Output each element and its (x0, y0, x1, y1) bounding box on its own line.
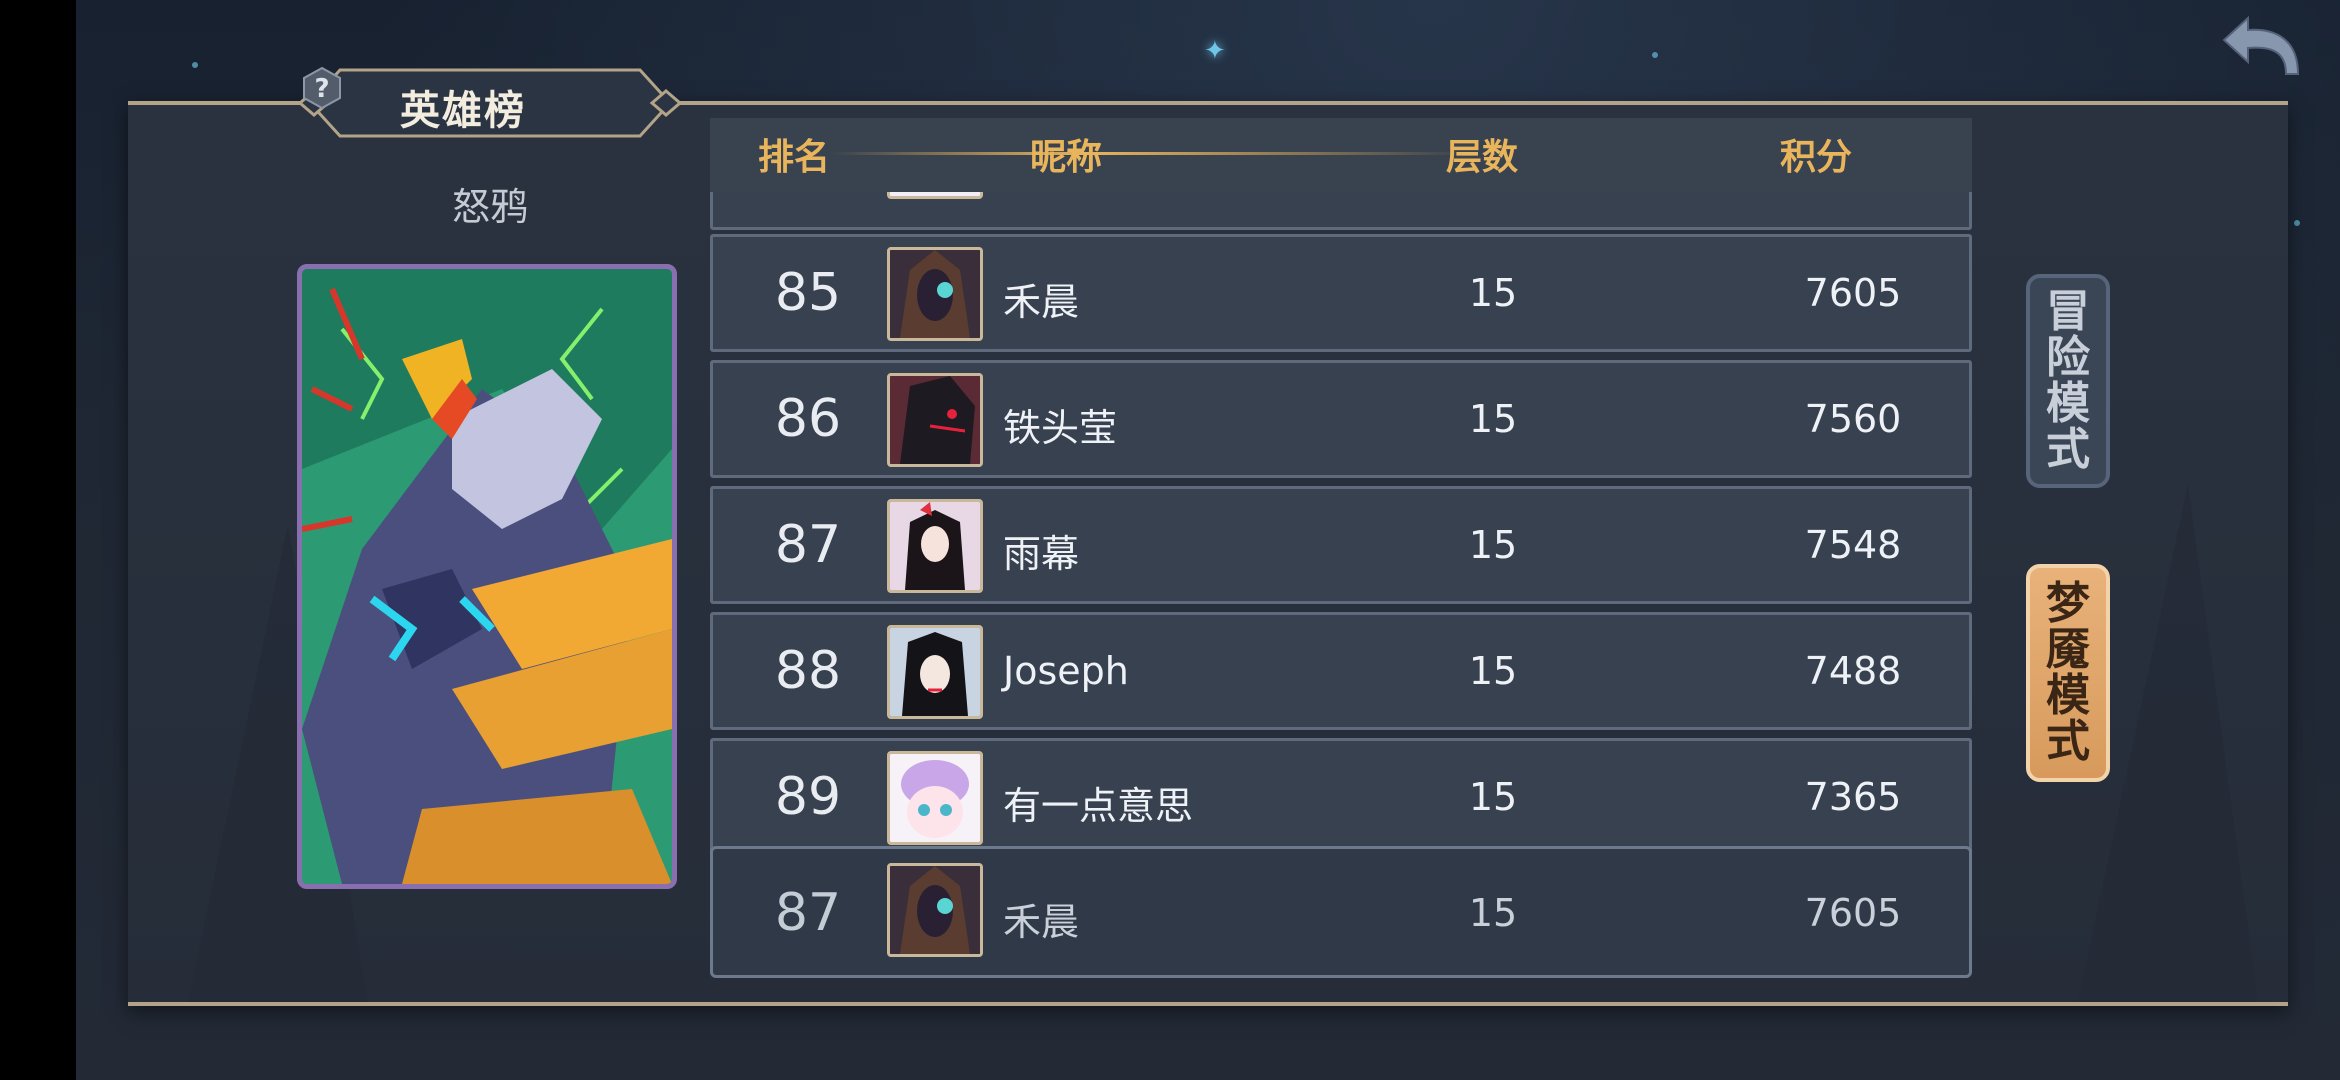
row-floor: 15 (1468, 523, 1518, 567)
row-rank: 89 (774, 767, 842, 827)
row-nickname: 雨幕 (1003, 532, 1080, 576)
table-row[interactable]: 88 Joseph 15 7488 (710, 612, 1972, 730)
row-score: 7365 (1804, 775, 1902, 819)
header-floor: 层数 (1446, 137, 1519, 178)
row-rank: 88 (774, 641, 842, 701)
my-nickname: 禾晨 (1003, 900, 1080, 944)
mode-char: 式 (2046, 424, 2090, 475)
row-nickname: 铁头莹 (1003, 406, 1118, 450)
star-dot (2294, 220, 2300, 226)
row-rank: 87 (774, 515, 842, 575)
star-dot (192, 62, 198, 68)
my-rank-row[interactable]: 87 禾晨 15 7605 (710, 846, 1972, 978)
title-plate: 英雄榜 ? (300, 66, 680, 140)
row-score: 7548 (1804, 523, 1902, 567)
screen-left-edge (0, 0, 76, 1080)
row-rank: 86 (774, 389, 842, 449)
header-nickname: 昵称 (1030, 137, 1103, 178)
table-header: 排名 昵称 层数 积分 (710, 118, 1972, 194)
row-nickname: Joseph (1003, 649, 1129, 693)
my-avatar (887, 863, 983, 957)
my-floor: 15 (1468, 891, 1518, 935)
sparkle-icon: ✦ (1204, 36, 1226, 66)
row-floor: 15 (1468, 775, 1518, 819)
row-nickname: 有一点意思 (1003, 784, 1194, 828)
star-dot (1652, 52, 1658, 58)
table-row[interactable]: 87 雨幕 15 7548 (710, 486, 1972, 604)
mode-char: 魇 (2046, 624, 2090, 675)
leaderboard-table: 排名 昵称 层数 积分 85 禾晨 15 7605 86 铁头莹 15 7560… (710, 118, 1972, 978)
header-divider (830, 152, 1470, 155)
row-score: 7560 (1804, 397, 1902, 441)
avatar (887, 373, 983, 467)
row-score: 7488 (1804, 649, 1902, 693)
row-rank: 85 (774, 263, 842, 323)
avatar (887, 192, 983, 199)
nightmare-mode-button[interactable]: 梦 魇 模 式 (2026, 564, 2110, 782)
table-row[interactable]: 86 铁头莹 15 7560 (710, 360, 1972, 478)
mode-char: 险 (2046, 332, 2090, 383)
table-row[interactable]: 89 有一点意思 15 7365 (710, 738, 1972, 856)
help-icon[interactable]: ? (300, 66, 344, 110)
row-floor: 15 (1468, 649, 1518, 693)
table-row[interactable]: 85 禾晨 15 7605 (710, 234, 1972, 352)
table-row-partial[interactable] (710, 192, 1972, 230)
my-score: 7605 (1804, 891, 1902, 935)
back-arrow-icon[interactable] (2218, 14, 2302, 78)
my-rank: 87 (774, 883, 842, 943)
row-nickname: 禾晨 (1003, 280, 1080, 324)
avatar (887, 625, 983, 719)
row-score: 7605 (1804, 271, 1902, 315)
mode-char: 冒 (2046, 286, 2090, 337)
mode-char: 模 (2046, 378, 2090, 429)
hero-name: 怒鸦 (451, 185, 528, 229)
mode-char: 式 (2046, 716, 2090, 767)
mode-char: 梦 (2046, 578, 2090, 629)
adventure-mode-button[interactable]: 冒 险 模 式 (2026, 274, 2110, 488)
mode-char: 模 (2046, 670, 2090, 721)
row-floor: 15 (1468, 271, 1518, 315)
hero-card[interactable] (297, 264, 677, 889)
header-rank: 排名 (758, 137, 831, 178)
avatar (887, 247, 983, 341)
page-title: 英雄榜 (400, 88, 526, 134)
row-floor: 15 (1468, 397, 1518, 441)
avatar (887, 499, 983, 593)
svg-text:?: ? (314, 74, 329, 104)
table-rows-scroll[interactable]: 85 禾晨 15 7605 86 铁头莹 15 7560 87 雨幕 15 75… (710, 192, 1972, 954)
header-score: 积分 (1780, 137, 1853, 178)
avatar (887, 751, 983, 845)
